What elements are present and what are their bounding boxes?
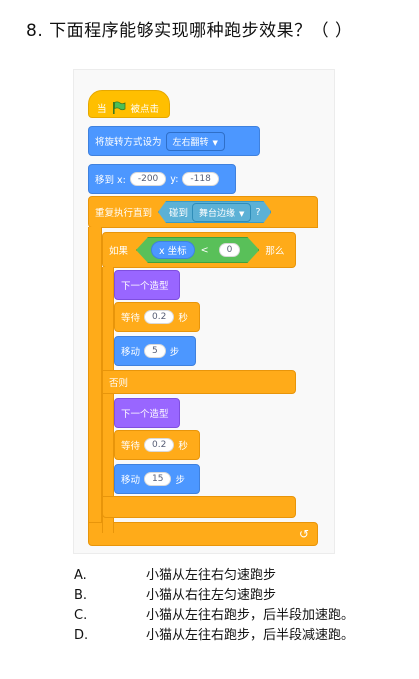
next-costume-label-1: 下一个造型 (121, 281, 169, 292)
move-input-2[interactable]: 15 (144, 472, 172, 486)
wait-label-2: 等待 (121, 441, 141, 452)
if-arm (102, 267, 114, 533)
next-costume-label-2: 下一个造型 (121, 409, 169, 420)
touching-target-value: 舞台边缘 (199, 208, 236, 219)
option-text: 小猫从左往右跑步，后半段加速跑。 (146, 608, 355, 623)
go-to-xy-block[interactable]: 移到 x: -200 y: -118 (88, 164, 236, 194)
option-text: 小猫从左往右跑步，后半段减速跑。 (146, 628, 355, 643)
move-block-2[interactable]: 移动 15 步 (114, 464, 200, 494)
else-bar: 否则 (102, 370, 296, 394)
option-d[interactable]: D. 小猫从左往右跑步，后半段减速跑。 (74, 626, 354, 646)
repeat-until-label: 重复执行直到 (95, 208, 153, 219)
set-rotation-label: 将旋转方式设为 (95, 137, 162, 148)
option-key: B. (74, 588, 88, 603)
if-else-footer (102, 496, 296, 518)
move-unit-1: 步 (169, 347, 180, 358)
move-label-2: 移动 (121, 475, 141, 486)
x-position-label: x 坐标 (159, 246, 187, 257)
compare-value-input[interactable]: 0 (219, 243, 241, 257)
less-than-block[interactable]: x 坐标 < 0 (136, 237, 259, 263)
when-label: 当 (97, 104, 107, 115)
repeat-until-arm (88, 227, 102, 527)
wait-label-1: 等待 (121, 313, 141, 324)
wait-block-2[interactable]: 等待 0.2 秒 (114, 430, 200, 460)
set-rotation-style-block[interactable]: 将旋转方式设为 左右翻转 ▼ (88, 126, 260, 156)
wait-input-2[interactable]: 0.2 (144, 438, 175, 452)
if-label: 如果 (109, 246, 129, 257)
option-text: 小猫从右往左匀速跑步 (146, 588, 277, 603)
if-else-block[interactable]: 如果 x 坐标 < 0 那么 (102, 232, 296, 268)
option-key: D. (74, 628, 89, 643)
repeat-until-footer: ↺ (88, 522, 318, 546)
move-input-1[interactable]: 5 (144, 344, 166, 358)
when-flag-clicked-block[interactable]: 当 被点击 (88, 90, 170, 118)
touching-block[interactable]: 碰到 舞台边缘 ▼ ? (158, 201, 271, 223)
wait-unit-1: 秒 (178, 313, 188, 324)
option-a[interactable]: A. 小猫从左往右匀速跑步 (74, 566, 354, 586)
wait-block-1[interactable]: 等待 0.2 秒 (114, 302, 200, 332)
touching-target-dropdown[interactable]: 舞台边缘 ▼ (192, 203, 251, 222)
goto-y-label: y: (170, 173, 179, 185)
move-block-1[interactable]: 移动 5 步 (114, 336, 196, 366)
option-text: 小猫从左往右匀速跑步 (146, 568, 277, 583)
move-label-1: 移动 (121, 347, 141, 358)
goto-y-input[interactable]: -118 (182, 172, 219, 186)
then-label: 那么 (265, 246, 285, 257)
repeat-until-block[interactable]: 重复执行直到 碰到 舞台边缘 ▼ ? (88, 196, 318, 228)
else-label: 否则 (109, 378, 129, 389)
option-key: C. (74, 608, 88, 623)
question-title: 8. 下面程序能够实现哪种跑步效果？（ ） (26, 21, 353, 41)
scratch-code-area: 当 被点击 将旋转方式设为 左右翻转 ▼ 移到 x: -200 y: -118 重… (73, 69, 335, 554)
less-than-symbol: < (200, 244, 209, 256)
option-c[interactable]: C. 小猫从左往右跑步，后半段加速跑。 (74, 606, 354, 626)
dropdown-caret-icon: ▼ (239, 209, 245, 218)
x-position-reporter[interactable]: x 坐标 (151, 241, 195, 259)
move-unit-2: 步 (175, 475, 185, 486)
answer-options: A. 小猫从左往右匀速跑步 B. 小猫从右往左匀速跑步 C. 小猫从左往右跑步，… (74, 566, 354, 646)
loop-arrow-icon: ↺ (298, 527, 309, 541)
option-key: A. (74, 568, 87, 583)
option-b[interactable]: B. 小猫从右往左匀速跑步 (74, 586, 354, 606)
next-costume-block-1[interactable]: 下一个造型 (114, 270, 180, 300)
goto-x-label: 移到 x: (95, 175, 126, 186)
next-costume-block-2[interactable]: 下一个造型 (114, 398, 180, 428)
touching-question: ? (255, 206, 261, 218)
rotation-style-dropdown[interactable]: 左右翻转 ▼ (165, 131, 225, 151)
green-flag-icon (112, 101, 125, 114)
wait-input-1[interactable]: 0.2 (144, 310, 175, 324)
touching-label: 碰到 (169, 208, 189, 219)
clicked-label: 被点击 (130, 104, 160, 115)
goto-x-input[interactable]: -200 (129, 172, 167, 186)
dropdown-caret-icon: ▼ (212, 138, 218, 147)
wait-unit-2: 秒 (178, 441, 188, 452)
rotation-style-value: 左右翻转 (172, 137, 209, 148)
